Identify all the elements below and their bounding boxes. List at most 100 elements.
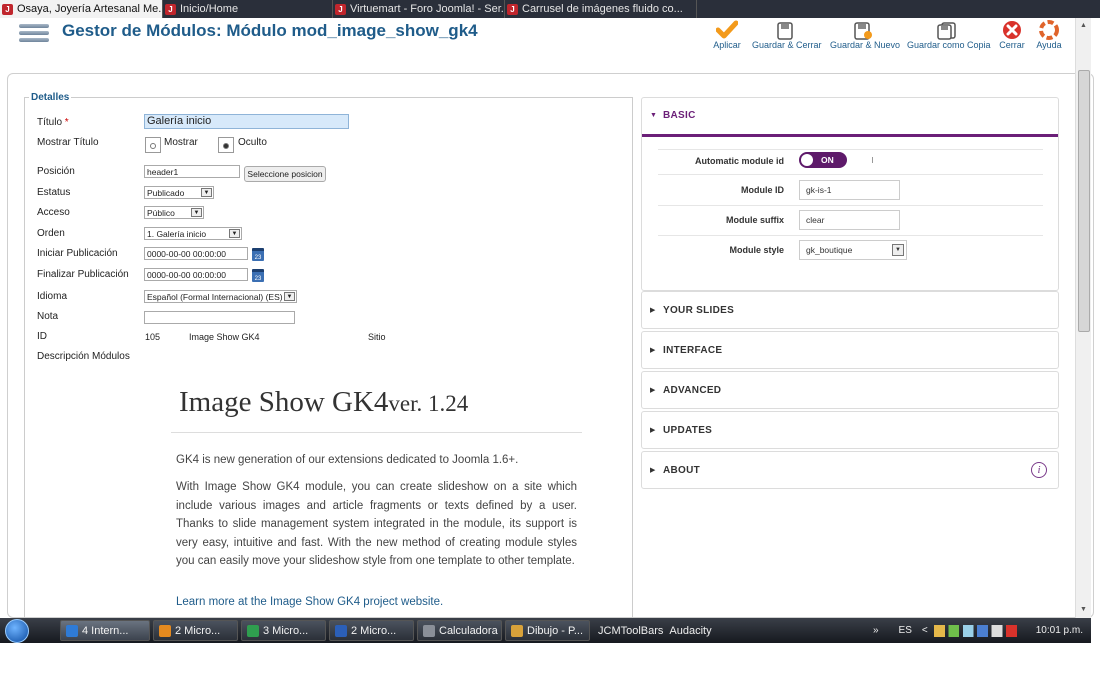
joomla-favicon-icon: J bbox=[165, 3, 176, 15]
basic-panel-header[interactable]: ▼ BASIC bbox=[642, 98, 1058, 137]
close-label: Cerrar bbox=[999, 40, 1025, 50]
caret-down-icon: ▼ bbox=[650, 112, 657, 119]
toolbar-audacity[interactable]: Audacity bbox=[669, 625, 711, 637]
caret-right-icon: ▶ bbox=[650, 387, 656, 394]
joomla-favicon-icon: J bbox=[2, 3, 13, 15]
access-label: Acceso bbox=[37, 207, 70, 218]
browser-tab-title: Carrusel de imágenes fluido co... bbox=[522, 3, 683, 15]
excel-icon bbox=[247, 624, 259, 637]
advanced-panel[interactable]: ▶ ADVANCED bbox=[641, 371, 1059, 409]
id-value: 105 bbox=[145, 332, 161, 342]
publish-down-label: Finalizar Publicación bbox=[37, 269, 129, 280]
toggle-knob bbox=[801, 154, 813, 166]
show-option-label: Mostrar bbox=[164, 137, 198, 148]
save-new-icon bbox=[830, 18, 896, 40]
status-select[interactable]: Publicado ▼ bbox=[144, 186, 214, 199]
windows-logo-icon bbox=[5, 618, 29, 643]
module-id-input[interactable]: gk-is-1 bbox=[799, 180, 900, 200]
updates-panel[interactable]: ▶ UPDATES bbox=[641, 411, 1059, 449]
taskbar-item-label: Calculadora bbox=[439, 624, 498, 637]
browser-tab-title: Virtuemart - Foro Joomla! - Ser... bbox=[350, 3, 505, 15]
scroll-up-icon[interactable]: ▲ bbox=[1080, 22, 1087, 29]
windows-taskbar: 4 Intern... 2 Micro... 3 Micro... 2 Micr… bbox=[0, 618, 1091, 643]
vertical-scrollbar[interactable]: ▲ ▼ bbox=[1075, 18, 1091, 618]
title-input[interactable]: Galería inicio bbox=[144, 114, 349, 129]
language-select[interactable]: Español (Formal Internacional) (ES) ▼ bbox=[144, 290, 297, 303]
calendar-icon[interactable]: 23 bbox=[252, 248, 264, 261]
show-title-radio[interactable] bbox=[145, 137, 161, 153]
module-suffix-input[interactable]: clear bbox=[799, 210, 900, 230]
help-button[interactable]: Ayuda bbox=[1035, 18, 1063, 50]
browser-tab[interactable]: J Osaya, Joyería Artesanal Me... × bbox=[0, 0, 163, 18]
position-input[interactable]: header1 bbox=[144, 165, 240, 178]
order-label: Orden bbox=[37, 228, 65, 239]
taskbar-item-label: Dibujo - P... bbox=[527, 624, 584, 637]
module-style-select[interactable]: gk_boutique ▼ bbox=[799, 240, 907, 260]
apply-label: Aplicar bbox=[713, 40, 741, 50]
page-header: Gestor de Módulos: Módulo mod_image_show… bbox=[0, 18, 1091, 60]
module-manager-icon bbox=[19, 24, 49, 48]
about-panel[interactable]: ▶ ABOUT i bbox=[641, 451, 1059, 489]
scrollbar-thumb[interactable] bbox=[1078, 70, 1090, 332]
apply-button[interactable]: Aplicar bbox=[712, 18, 742, 50]
taskbar-item[interactable]: 3 Micro... bbox=[241, 620, 326, 641]
order-select[interactable]: 1. Galería inicio ▼ bbox=[144, 227, 242, 240]
status-label: Estatus bbox=[37, 187, 71, 198]
advanced-title: ADVANCED bbox=[663, 385, 722, 396]
note-input[interactable] bbox=[144, 311, 295, 324]
browser-tab[interactable]: J Inicio/Home bbox=[163, 0, 333, 18]
joomla-favicon-icon: J bbox=[335, 3, 346, 15]
browser-tab-title: Osaya, Joyería Artesanal Me... bbox=[17, 3, 163, 15]
browser-tab-title: Inicio/Home bbox=[180, 3, 239, 15]
browser-tab[interactable]: J Carrusel de imágenes fluido co... bbox=[505, 0, 697, 18]
project-website-link[interactable]: Learn more at the Image Show GK4 project… bbox=[176, 593, 577, 612]
position-label: Posición bbox=[37, 166, 75, 177]
toolbar-jcmtoolbars[interactable]: JCMToolBars bbox=[598, 625, 663, 637]
start-button[interactable] bbox=[0, 618, 34, 643]
publish-up-input[interactable]: 0000-00-00 00:00:00 bbox=[144, 247, 248, 260]
info-icon[interactable]: i bbox=[1031, 462, 1047, 478]
calendar-icon[interactable]: 23 bbox=[252, 269, 264, 282]
select-position-button[interactable]: Seleccione posicion bbox=[244, 166, 326, 182]
module-client: Sitio bbox=[368, 332, 386, 342]
note-label: Nota bbox=[37, 311, 59, 322]
scroll-down-icon[interactable]: ▼ bbox=[1080, 606, 1087, 613]
interface-panel[interactable]: ▶ INTERFACE bbox=[641, 331, 1059, 369]
help-icon bbox=[1035, 18, 1063, 40]
save-new-button[interactable]: Guardar & Nuevo bbox=[830, 18, 900, 50]
page-title: Gestor de Módulos: Módulo mod_image_show… bbox=[62, 21, 478, 40]
tray-expand-icon[interactable]: » bbox=[873, 625, 879, 636]
close-button[interactable]: Cerrar bbox=[998, 18, 1026, 50]
checkmark-icon bbox=[712, 18, 742, 40]
taskbar-item[interactable]: 4 Intern... bbox=[60, 620, 150, 641]
browser-tab[interactable]: J Virtuemart - Foro Joomla! - Ser... bbox=[333, 0, 505, 18]
save-copy-button[interactable]: Guardar como Copia bbox=[907, 18, 991, 50]
internet-explorer-icon bbox=[66, 624, 78, 637]
tray-chevron-icon[interactable]: < bbox=[922, 625, 928, 636]
your-slides-panel[interactable]: ▶ YOUR SLIDES bbox=[641, 291, 1059, 329]
taskbar-item[interactable]: Dibujo - P... bbox=[505, 620, 590, 641]
clock[interactable]: 10:01 p.m. bbox=[1036, 625, 1083, 636]
tray-icons[interactable] bbox=[933, 624, 1024, 637]
about-title: ABOUT bbox=[663, 465, 701, 476]
word-icon bbox=[335, 624, 347, 637]
chevron-down-icon: ▼ bbox=[284, 292, 295, 301]
chevron-down-icon: ▼ bbox=[892, 244, 904, 256]
description-label: Descripción Módulos bbox=[37, 351, 130, 362]
status-value: Publicado bbox=[147, 188, 185, 198]
close-icon bbox=[998, 18, 1026, 40]
help-label: Ayuda bbox=[1036, 40, 1062, 50]
toggle-label: ON bbox=[821, 155, 834, 165]
taskbar-item[interactable]: 2 Micro... bbox=[329, 620, 414, 641]
taskbar-item[interactable]: 2 Micro... bbox=[153, 620, 238, 641]
publish-down-input[interactable]: 0000-00-00 00:00:00 bbox=[144, 268, 248, 281]
auto-id-toggle[interactable]: ON bbox=[799, 152, 847, 168]
save-close-button[interactable]: Guardar & Cerrar bbox=[752, 18, 822, 50]
language-indicator[interactable]: ES bbox=[899, 625, 912, 636]
access-select[interactable]: Público ▼ bbox=[144, 206, 204, 219]
access-value: Público bbox=[147, 208, 175, 218]
hide-title-radio[interactable] bbox=[218, 137, 234, 153]
save-copy-icon bbox=[907, 18, 987, 40]
id-label: ID bbox=[37, 331, 47, 342]
taskbar-item[interactable]: Calculadora bbox=[417, 620, 502, 641]
